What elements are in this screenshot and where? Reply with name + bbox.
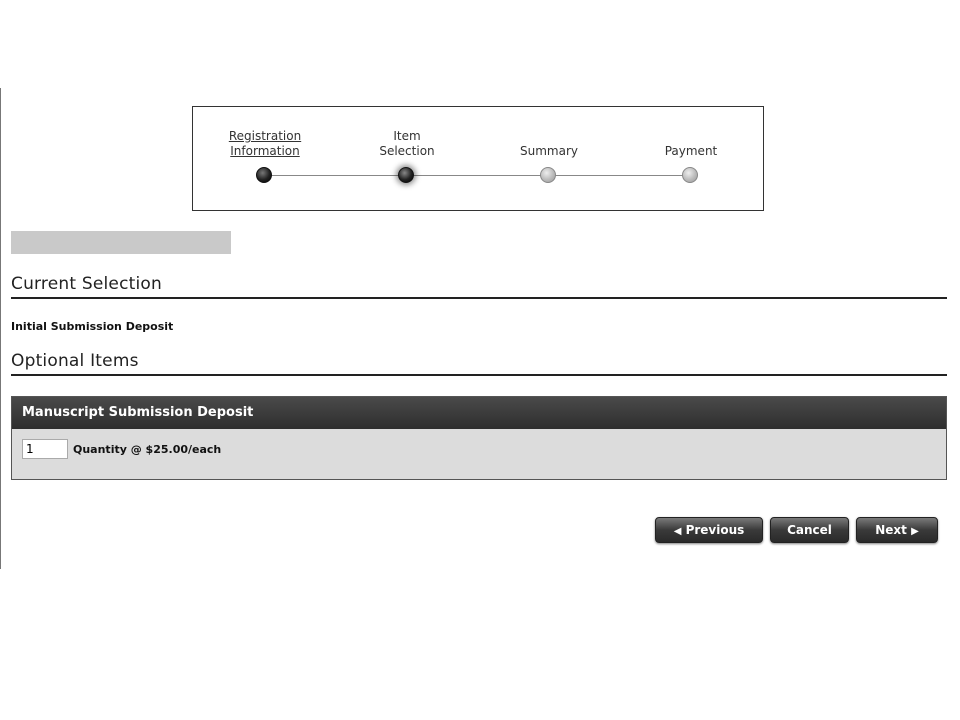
next-button-label: Next [875, 523, 907, 537]
step-dot-pending-icon [682, 167, 698, 183]
step-label-line2: Selection [379, 144, 435, 158]
current-selection-heading: Current Selection [11, 274, 947, 299]
step-dot-completed-icon [256, 167, 272, 183]
quantity-price-label: Quantity @ $25.00/each [73, 442, 222, 456]
previous-button-label: Previous [685, 523, 745, 537]
previous-button[interactable]: ◀ Previous [655, 517, 763, 543]
step-label-line2[interactable]: Information [205, 144, 325, 159]
step-dot-pending-icon [540, 167, 556, 183]
quantity-input[interactable] [22, 439, 68, 459]
step-label: Summary [520, 144, 578, 158]
step-label: Payment [664, 144, 718, 158]
step-dot-current-icon [398, 167, 414, 183]
arrow-right-icon: ▶ [911, 526, 919, 537]
optional-item-panel: Manuscript Submission Deposit Quantity @… [11, 396, 947, 480]
optional-items-heading: Optional Items [11, 351, 947, 376]
current-selection-item: Initial Submission Deposit [11, 320, 174, 333]
step-label-line1: Item [393, 129, 421, 143]
panel-title: Manuscript Submission Deposit [12, 397, 946, 429]
cancel-button-label: Cancel [787, 523, 832, 537]
next-button[interactable]: Next ▶ [856, 517, 938, 543]
cancel-button[interactable]: Cancel [770, 517, 849, 543]
progress-stepper: Registration Information Item Selection … [192, 106, 764, 211]
redacted-heading [11, 231, 231, 254]
quantity-row: Quantity @ $25.00/each [22, 439, 221, 459]
step-label-line1[interactable]: Registration [205, 129, 325, 144]
arrow-left-icon: ◀ [673, 526, 682, 537]
stepper-track [266, 175, 693, 176]
